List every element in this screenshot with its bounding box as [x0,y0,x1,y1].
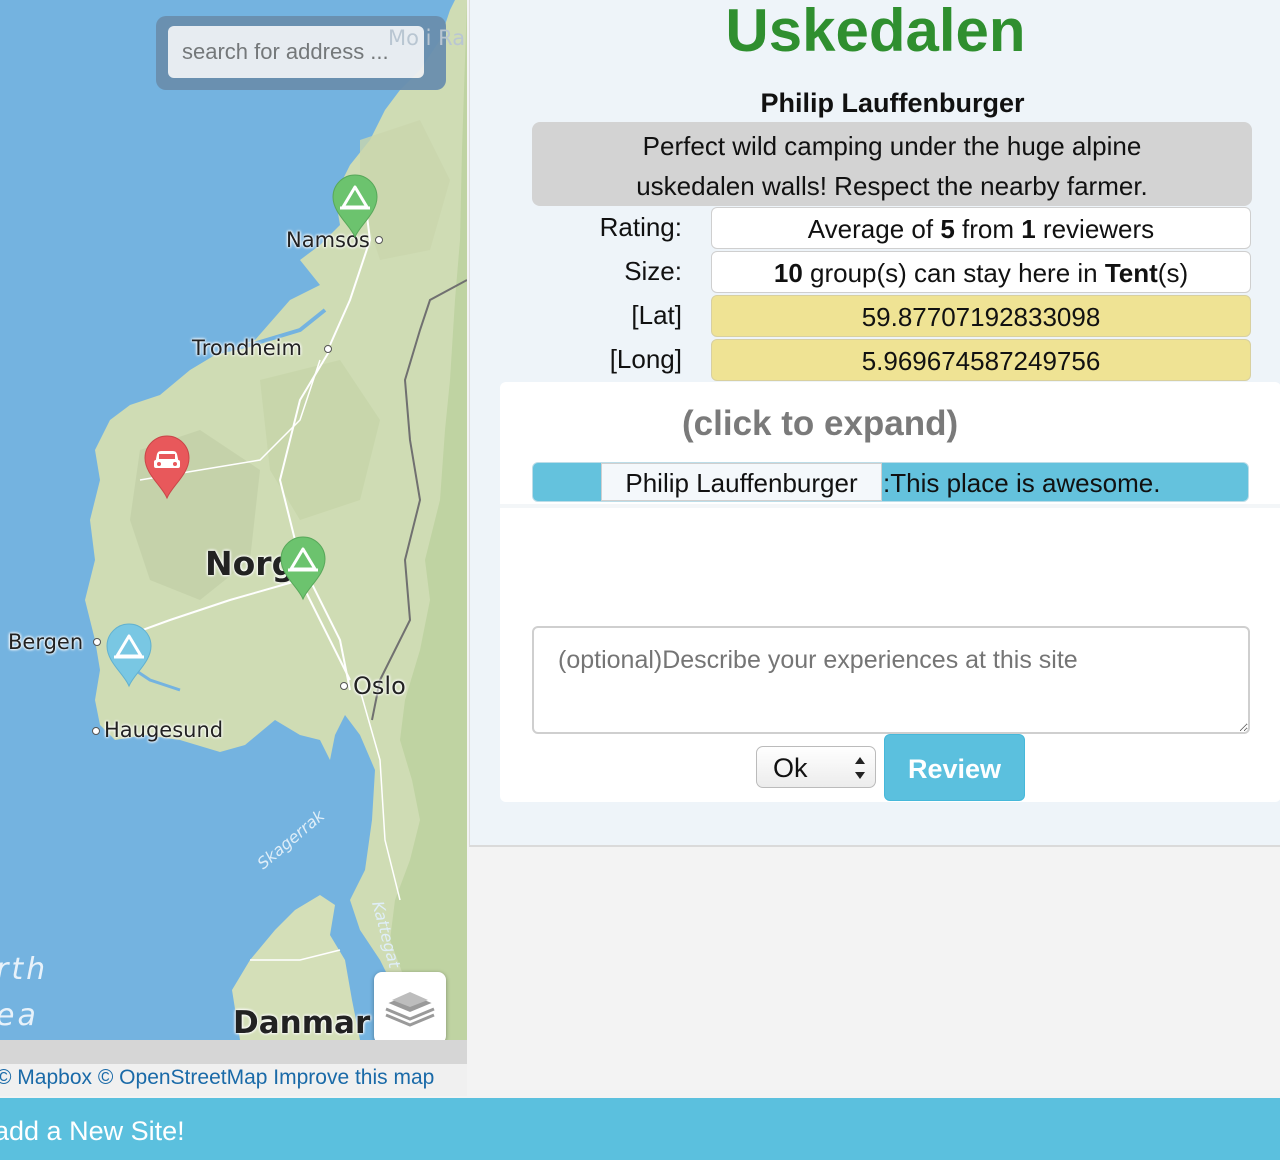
lat-value: 59.87707192833098 [711,295,1251,337]
marker-bergen[interactable] [104,622,154,688]
site-details-panel: Uskedalen Philip Lauffenburger Perfect w… [469,0,1280,847]
site-author: Philip Lauffenburger [760,88,1025,118]
map-attribution: © Mapbox © OpenStreetMap Improve this ma… [0,1040,467,1096]
attribution-text: © Mapbox © OpenStreetMap Improve this ma… [0,1066,434,1090]
site-description: Perfect wild camping under the huge alpi… [532,122,1252,206]
layers-button[interactable] [374,972,446,1040]
rating-value: Average of 5 from 1 reviewers [711,207,1251,249]
map-label-north: rth [0,952,49,987]
tent-icon [280,536,326,601]
review-item: Philip Lauffenburger :This place is awes… [532,462,1249,502]
mapbox-link[interactable]: © Mapbox [0,1066,92,1089]
long-label: [Long] [609,344,682,374]
map-label-oslo: Oslo [353,672,406,700]
rating-label: Rating: [599,212,682,242]
rating-prefix: Average of [807,214,941,244]
city-dot-oslo [340,682,348,690]
submit-review-button[interactable]: Review [884,734,1025,801]
map-base-layer [85,0,467,1040]
size-suffix: (s) [1157,258,1189,288]
footer-bar: add a New Site! [0,1098,1280,1160]
address-search-input[interactable] [168,26,424,78]
city-dot-haugesund [92,727,100,735]
select-arrows-icon [855,757,865,779]
map-label-sea: ea [0,998,39,1033]
city-dot-bergen [93,638,101,646]
city-dot-trondheim [324,345,332,353]
size-label: Size: [624,256,682,286]
marker-namsos[interactable] [330,173,380,239]
car-icon [144,435,190,500]
map-label-trondheim: Trondheim [192,336,302,360]
review-description-textarea[interactable] [532,626,1250,734]
add-new-site-button[interactable]: add a New Site! [0,1116,185,1147]
rating-count: 1 [1021,214,1036,244]
size-value: 10 group(s) can stay here in Tent(s) [711,251,1251,293]
map-label-danmark: Danmar [233,1005,371,1040]
attribution-bar [0,1040,467,1064]
layers-icon [383,991,437,1027]
site-title: Uskedalen [725,0,1026,64]
openstreetmap-link[interactable]: © OpenStreetMap [98,1066,268,1089]
improve-map-link[interactable]: Improve this map [273,1066,434,1089]
rating-suffix: reviewers [1035,214,1155,244]
description-line-1: Perfect wild camping under the huge alpi… [642,131,1142,161]
rating-mid: from [954,214,1022,244]
lat-label: [Lat] [631,300,682,330]
tent-icon [332,174,378,239]
map-label-haugesund: Haugesund [104,718,224,742]
size-groups: 10 [773,258,803,288]
expand-reviews-toggle[interactable]: (click to expand) [682,404,958,444]
rating-select[interactable]: Ok [756,746,876,788]
marker-uskedalen-selected[interactable] [142,434,192,500]
map-label-bergen: Bergen [8,630,84,654]
map-label-mo-i-rana: Mo i Ra [388,26,466,50]
map[interactable]: Mo i Ra Namsos Trondheim Norg Bergen Osl… [0,0,467,1040]
reviews-card: (click to expand) Philip Lauffenburger :… [500,382,1280,802]
marker-central[interactable] [278,535,328,601]
rating-average: 5 [940,214,955,244]
review-text: :This place is awesome. [883,468,1161,498]
size-type: Tent [1104,258,1158,288]
description-line-2: uskedalen walls! Respect the nearby farm… [636,171,1148,201]
reviewer-name: Philip Lauffenburger [601,463,882,501]
size-mid: group(s) can stay here in [802,258,1105,288]
tent-icon [106,623,152,688]
card-divider [500,504,1280,508]
long-value: 5.969674587249756 [711,339,1251,381]
rating-select-value: Ok [773,753,808,783]
